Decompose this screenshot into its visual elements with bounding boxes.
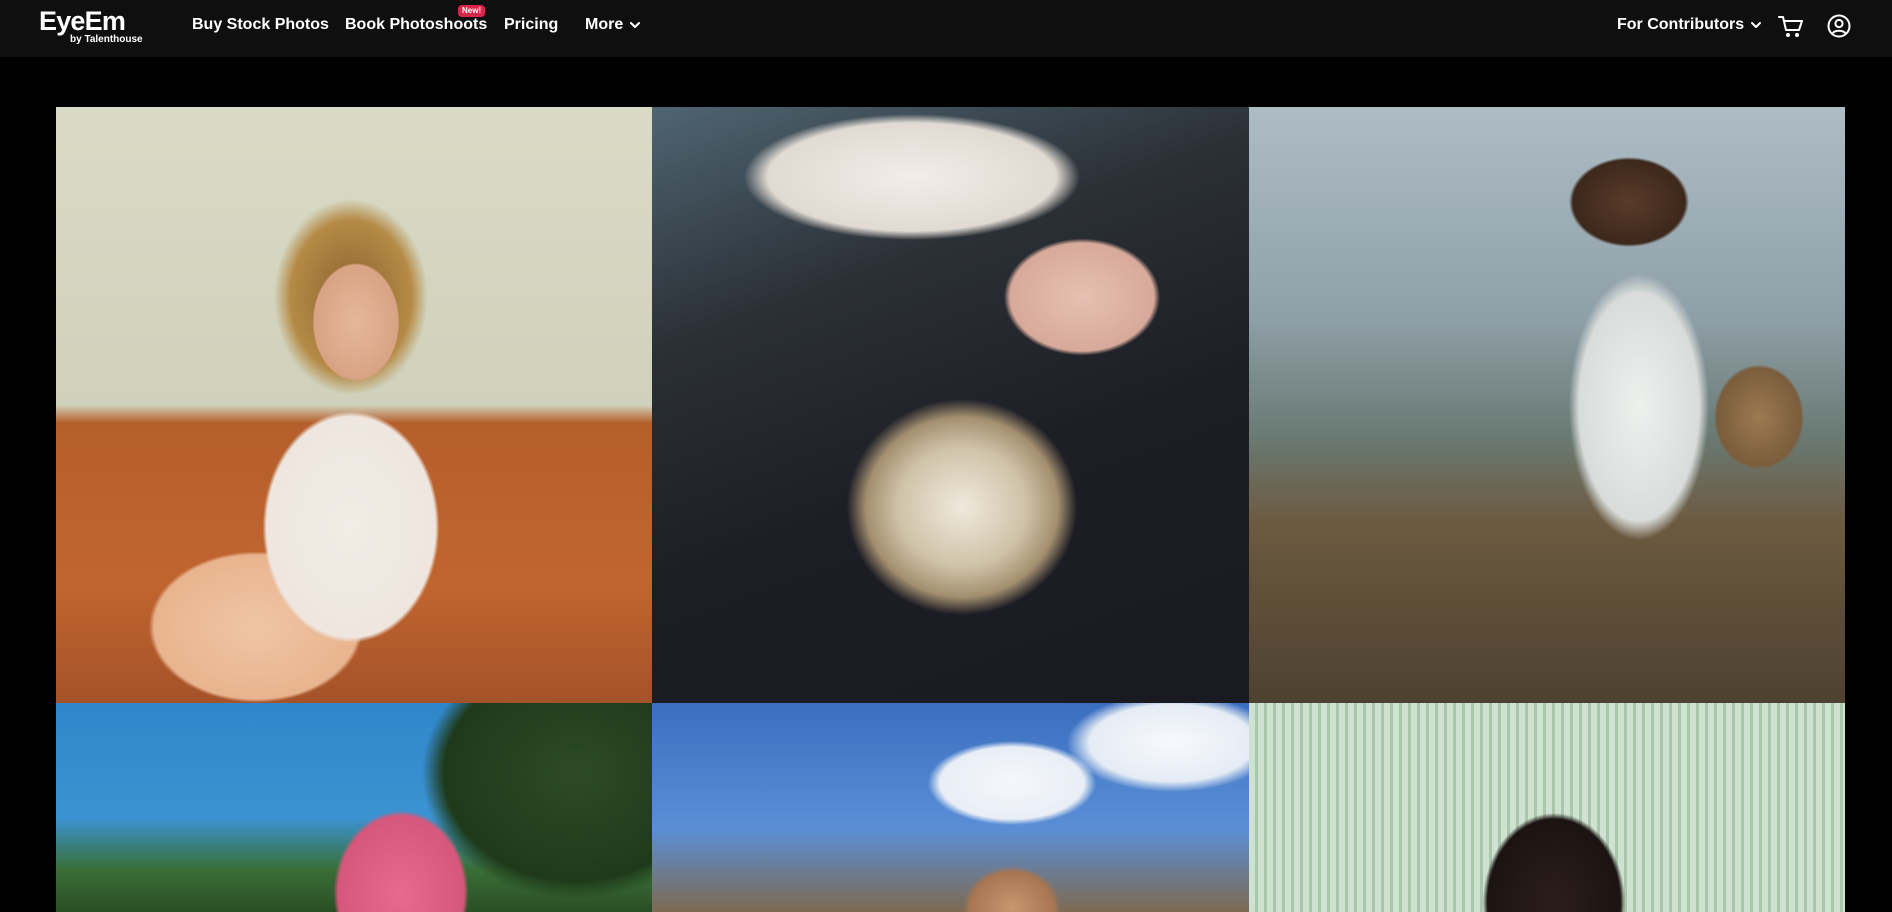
nav-book-photoshoots[interactable]: Book Photoshoots xyxy=(345,16,487,34)
nav-more-dropdown[interactable]: More xyxy=(585,16,641,34)
user-circle-icon xyxy=(1827,14,1851,38)
nav-label: For Contributors xyxy=(1617,16,1745,33)
cart-icon xyxy=(1778,16,1803,37)
cart-button[interactable] xyxy=(1777,12,1805,40)
photo-tile-woman-sky[interactable] xyxy=(652,703,1249,912)
photo-tile-man-in-field[interactable] xyxy=(1249,107,1845,703)
top-navigation-bar: EyeEm by Talenthouse Buy Stock Photos Bo… xyxy=(0,0,1892,57)
photo-gallery-grid xyxy=(56,107,1845,912)
nav-buy-stock-photos[interactable]: Buy Stock Photos xyxy=(192,16,329,34)
chevron-down-icon xyxy=(630,22,641,28)
logo-tagline: by Talenthouse xyxy=(70,34,143,45)
logo-wordmark: EyeEm xyxy=(39,6,126,36)
eyeem-logo[interactable]: EyeEm by Talenthouse xyxy=(39,7,151,47)
nav-label: More xyxy=(585,16,624,33)
nav-label: Book Photoshoots xyxy=(345,16,488,33)
chevron-down-icon xyxy=(1751,22,1762,28)
new-badge: New! xyxy=(458,5,486,17)
nav-pricing[interactable]: Pricing xyxy=(504,16,558,34)
photo-tile-pink-hair-sunglasses[interactable] xyxy=(56,703,652,912)
photo-tile-woman-on-couch[interactable] xyxy=(56,107,652,703)
nav-label: Buy Stock Photos xyxy=(192,16,329,33)
nav-label: Pricing xyxy=(504,16,559,33)
photo-tile-striped-background-portrait[interactable] xyxy=(1249,703,1845,912)
photo-tile-couple-bouquet[interactable] xyxy=(652,107,1249,703)
for-contributors-dropdown[interactable]: For Contributors xyxy=(1617,16,1762,34)
account-button[interactable] xyxy=(1825,12,1853,40)
